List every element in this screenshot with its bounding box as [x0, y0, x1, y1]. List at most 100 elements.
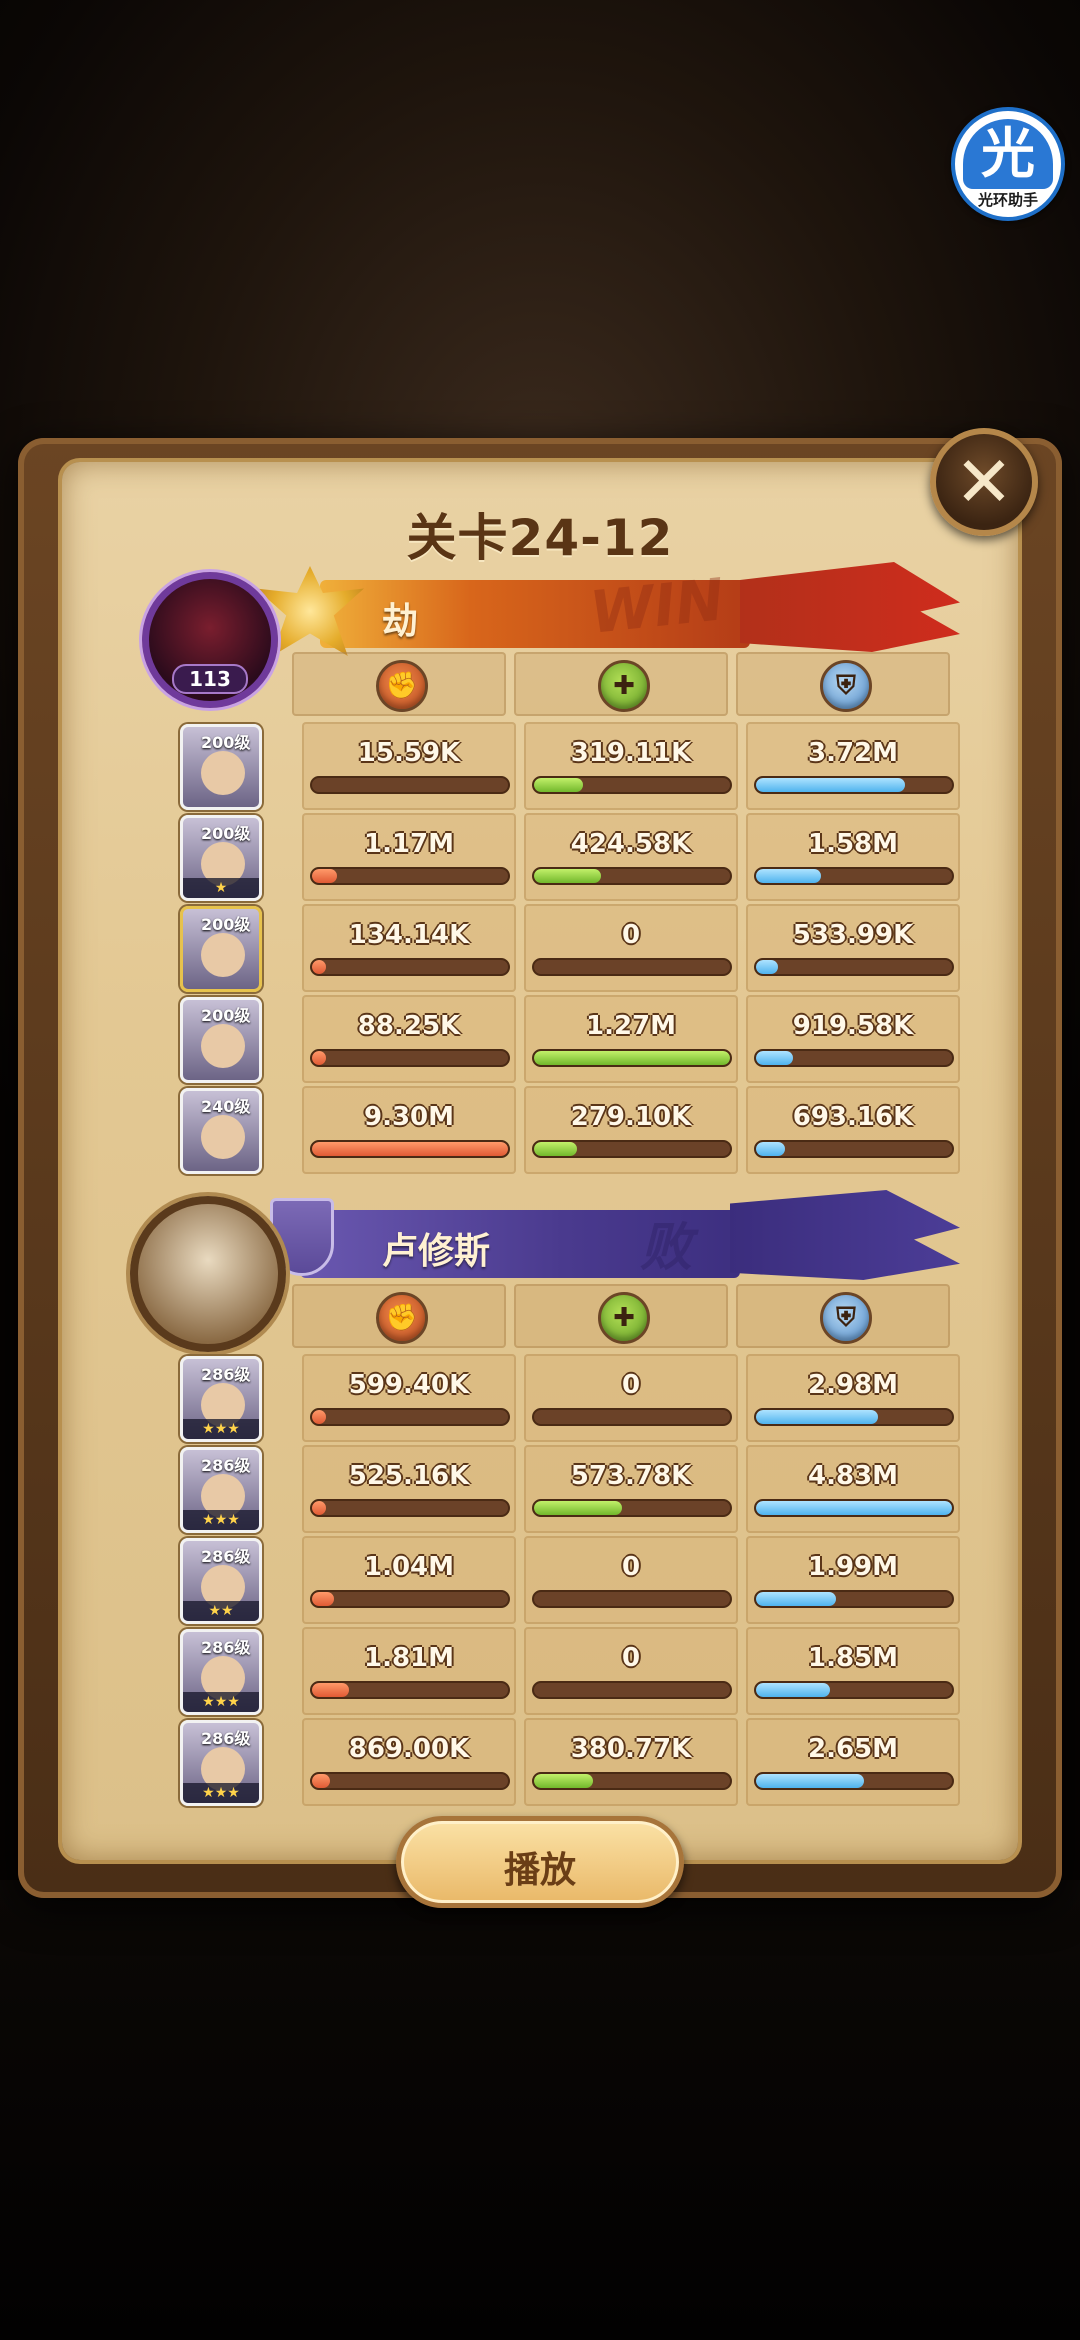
damage-bar-fill — [312, 960, 326, 974]
shield-cell: 1.85M — [746, 1627, 960, 1715]
hero-portrait[interactable]: 286级 ★★★ — [180, 1720, 262, 1806]
hero-stars: ★★ — [183, 1601, 259, 1621]
attacker-name: 劫 — [382, 601, 419, 642]
healing-bar-fill — [534, 1051, 730, 1065]
damage-bar-fill — [312, 869, 338, 883]
damage-icon: ✊ — [376, 660, 428, 712]
healing-bar — [532, 958, 732, 976]
shield-bar — [754, 1049, 954, 1067]
hero-level: 200级 — [201, 824, 251, 843]
close-button[interactable]: ✕ — [930, 428, 1038, 536]
hero-portrait[interactable]: 240级 — [180, 1088, 262, 1174]
healing-cell: 0 — [524, 1536, 738, 1624]
hero-portrait[interactable]: 200级 ★ — [180, 815, 262, 901]
shield-bar — [754, 776, 954, 794]
healing-cell: 0 — [524, 1354, 738, 1442]
damage-value: 869.00K — [348, 1734, 470, 1764]
shield-bar-fill — [756, 1774, 864, 1788]
damage-bar-fill — [312, 1683, 350, 1697]
healing-cell: 380.77K — [524, 1718, 738, 1806]
shield-value: 693.16K — [792, 1102, 914, 1132]
shield-bar — [754, 1499, 954, 1517]
defender-hero-row: 286级 ★★★ 525.16K 573.78K 4.83M — [142, 1445, 960, 1533]
shield-bar — [754, 1681, 954, 1699]
damage-value: 15.59K — [357, 738, 461, 768]
hero-portrait[interactable]: 286级 ★★★ — [180, 1447, 262, 1533]
damage-value: 599.40K — [348, 1370, 470, 1400]
hero-portrait[interactable]: 200级 — [180, 906, 262, 992]
shield-bar-fill — [756, 1501, 952, 1515]
shield-cell: 693.16K — [746, 1086, 960, 1174]
healing-value: 319.11K — [570, 738, 692, 768]
shield-value: 919.58K — [792, 1011, 914, 1041]
shield-value: 1.58M — [807, 829, 899, 859]
damage-icon: ✊ — [376, 1292, 428, 1344]
stage-title: 关卡24-12 — [406, 509, 674, 567]
damage-bar — [310, 1590, 510, 1608]
shield-cell: 1.99M — [746, 1536, 960, 1624]
attacker-hero-row: 200级 88.25K 1.27M 919.58K — [142, 995, 960, 1083]
attacker-hero-row: 200级 134.14K 0 533.99K — [142, 904, 960, 992]
healing-bar — [532, 867, 732, 885]
healing-cell: 0 — [524, 904, 738, 992]
hero-stars: ★★★ — [183, 1510, 259, 1530]
healing-bar — [532, 1499, 732, 1517]
attacker-hero-row: 200级 ★ 1.17M 424.58K 1.58M — [142, 813, 960, 901]
damage-bar — [310, 776, 510, 794]
shield-cell: 1.58M — [746, 813, 960, 901]
damage-bar — [310, 1772, 510, 1790]
hero-level: 286级 — [201, 1638, 251, 1657]
healing-bar — [532, 1408, 732, 1426]
shield-value: 3.72M — [807, 738, 899, 768]
healing-bar — [532, 1590, 732, 1608]
shield-bar — [754, 1140, 954, 1158]
hero-portrait[interactable]: 286级 ★★★ — [180, 1356, 262, 1442]
hero-stars: ★★★ — [183, 1419, 259, 1439]
damage-value: 1.81M — [363, 1643, 455, 1673]
helper-app-label: 光环助手 — [977, 191, 1038, 209]
attacker-hero-row: 240级 9.30M 279.10K 693.16K — [142, 1086, 960, 1174]
hero-stars: ★★★ — [183, 1692, 259, 1712]
shield-value: 1.99M — [807, 1552, 899, 1582]
healing-value: 1.27M — [585, 1011, 677, 1041]
defender-hero-row: 286级 ★★★ 869.00K 380.77K 2.65M — [142, 1718, 960, 1806]
hero-portrait[interactable]: 286级 ★★★ — [180, 1629, 262, 1715]
shield-icon: ⛨ — [820, 1292, 872, 1344]
play-replay-button[interactable]: 播放 — [396, 1816, 684, 1908]
damage-bar — [310, 1049, 510, 1067]
damage-bar — [310, 1408, 510, 1426]
hero-level: 240级 — [201, 1097, 251, 1116]
defender-avatar[interactable] — [130, 1196, 286, 1352]
shield-bar-fill — [756, 1410, 878, 1424]
shield-bar-fill — [756, 778, 905, 792]
win-watermark: WIN — [586, 565, 728, 647]
hero-level: 200级 — [201, 1006, 251, 1025]
damage-cell: 9.30M — [302, 1086, 516, 1174]
damage-cell: 599.40K — [302, 1354, 516, 1442]
damage-cell: 869.00K — [302, 1718, 516, 1806]
shield-icon: ⛨ — [820, 660, 872, 712]
hero-portrait[interactable]: 286级 ★★ — [180, 1538, 262, 1624]
healing-value: 573.78K — [570, 1461, 692, 1491]
shield-bar-fill — [756, 1051, 794, 1065]
hero-portrait[interactable]: 200级 — [180, 997, 262, 1083]
healing-cell: 0 — [524, 1627, 738, 1715]
healing-bar-fill — [534, 1142, 578, 1156]
defender-stat-header: ✊ ✚ ⛨ — [292, 1284, 952, 1348]
healing-bar — [532, 1049, 732, 1067]
hero-portrait[interactable]: 200级 — [180, 724, 262, 810]
healing-bar-fill — [534, 1774, 593, 1788]
damage-bar-fill — [312, 1410, 326, 1424]
damage-cell: 134.14K — [302, 904, 516, 992]
shield-cell: 533.99K — [746, 904, 960, 992]
healing-icon: ✚ — [598, 1292, 650, 1344]
damage-cell: 525.16K — [302, 1445, 516, 1533]
helper-app-badge[interactable]: 光 光环助手 — [951, 107, 1065, 221]
healing-bar — [532, 1772, 732, 1790]
healing-cell: 1.27M — [524, 995, 738, 1083]
healing-value: 424.58K — [570, 829, 692, 859]
healing-value: 0 — [621, 1552, 641, 1582]
shield-value: 4.83M — [807, 1461, 899, 1491]
shield-bar — [754, 1772, 954, 1790]
attacker-hero-row: 200级 15.59K 319.11K 3.72M — [142, 722, 960, 810]
